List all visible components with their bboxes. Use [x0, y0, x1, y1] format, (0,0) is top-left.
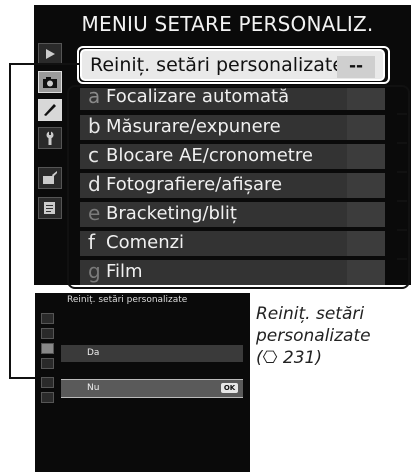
caption-line1: Reiniț. setări — [256, 304, 365, 324]
recent-settings-icon — [41, 392, 54, 403]
playback-icon — [41, 313, 54, 324]
confirm-title: Reiniț. setări personalizate — [67, 295, 188, 305]
camera-icon[interactable] — [38, 71, 62, 93]
leader-line — [9, 63, 79, 65]
tick-mark — [397, 229, 407, 231]
items-callout — [67, 85, 410, 289]
caption-line2: personalizate — [256, 326, 371, 346]
tick-mark — [397, 258, 407, 260]
tick-mark — [397, 142, 407, 144]
option-nu[interactable]: Nu OK — [61, 379, 243, 398]
playback-icon[interactable] — [38, 43, 62, 65]
tick-mark — [397, 171, 407, 173]
wrench-icon[interactable] — [38, 127, 62, 149]
caption: Reiniț. setări personalizate (⎔ 231) — [256, 303, 371, 369]
reset-confirm-screen: Reiniț. setări personalizate Da Nu OK — [35, 293, 250, 472]
caption-page-ref: (⎔ 231) — [256, 348, 322, 368]
camera-icon — [41, 328, 54, 339]
tick-mark — [397, 200, 407, 202]
pencil-icon — [41, 343, 54, 354]
wrench-icon — [41, 358, 54, 369]
retouch-icon[interactable] — [38, 167, 62, 189]
option-label: Da — [87, 348, 100, 358]
pencil-icon[interactable] — [38, 99, 62, 121]
side-tabs — [34, 35, 68, 245]
retouch-icon — [41, 377, 54, 388]
tick-mark — [397, 113, 407, 115]
reset-row-callout — [77, 46, 390, 84]
option-label: Nu — [87, 383, 100, 393]
option-da[interactable]: Da — [61, 345, 243, 362]
recent-settings-icon[interactable] — [38, 197, 62, 219]
menu-title: MENIU SETARE PERSONALIZ. — [81, 12, 374, 36]
leader-line — [9, 63, 11, 379]
ok-button-icon: OK — [221, 383, 238, 393]
